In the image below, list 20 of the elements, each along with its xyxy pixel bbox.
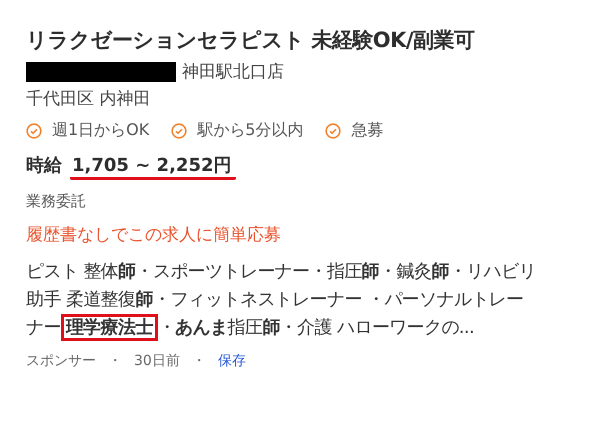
check-circle-icon [171, 122, 188, 138]
save-link[interactable]: 保存 [218, 352, 246, 370]
location: 千代田区 内神田 [26, 88, 150, 110]
salary-label: 時給 [26, 154, 62, 178]
tag-label: 駅から5分以内 [197, 120, 304, 141]
posted-age: 30日前 [134, 352, 180, 370]
separator: ・ [108, 352, 122, 370]
sponsor-label: スポンサー [26, 352, 96, 370]
tag-label: 急募 [351, 120, 384, 141]
salary-amount: 1,705 ~ 2,252円 [70, 153, 236, 180]
check-circle-icon [26, 122, 42, 138]
company-branch: 神田駅北口店 [182, 61, 284, 83]
tag-label: 週1日からOK [52, 120, 150, 141]
highlighted-term: 理学療法士 [60, 314, 158, 341]
separator: ・ [192, 352, 206, 370]
job-title[interactable]: リラクゼーションセラピスト 未経験OK/副業可 [26, 26, 475, 54]
employment-type: 業務委託 [26, 192, 86, 211]
check-circle-icon [325, 122, 342, 138]
job-description: ピスト 整体師・スポーツトレーナー・指圧師・鍼灸師・リハビリ助手 柔道整復師・フィットネストレーナー ・パーソナルトレーナー 理学療法士 ・あんま指圧師・介護 ハローワークの... [26, 258, 536, 342]
easy-apply-text: 履歴書なしでこの求人に簡単応募 [26, 224, 281, 246]
